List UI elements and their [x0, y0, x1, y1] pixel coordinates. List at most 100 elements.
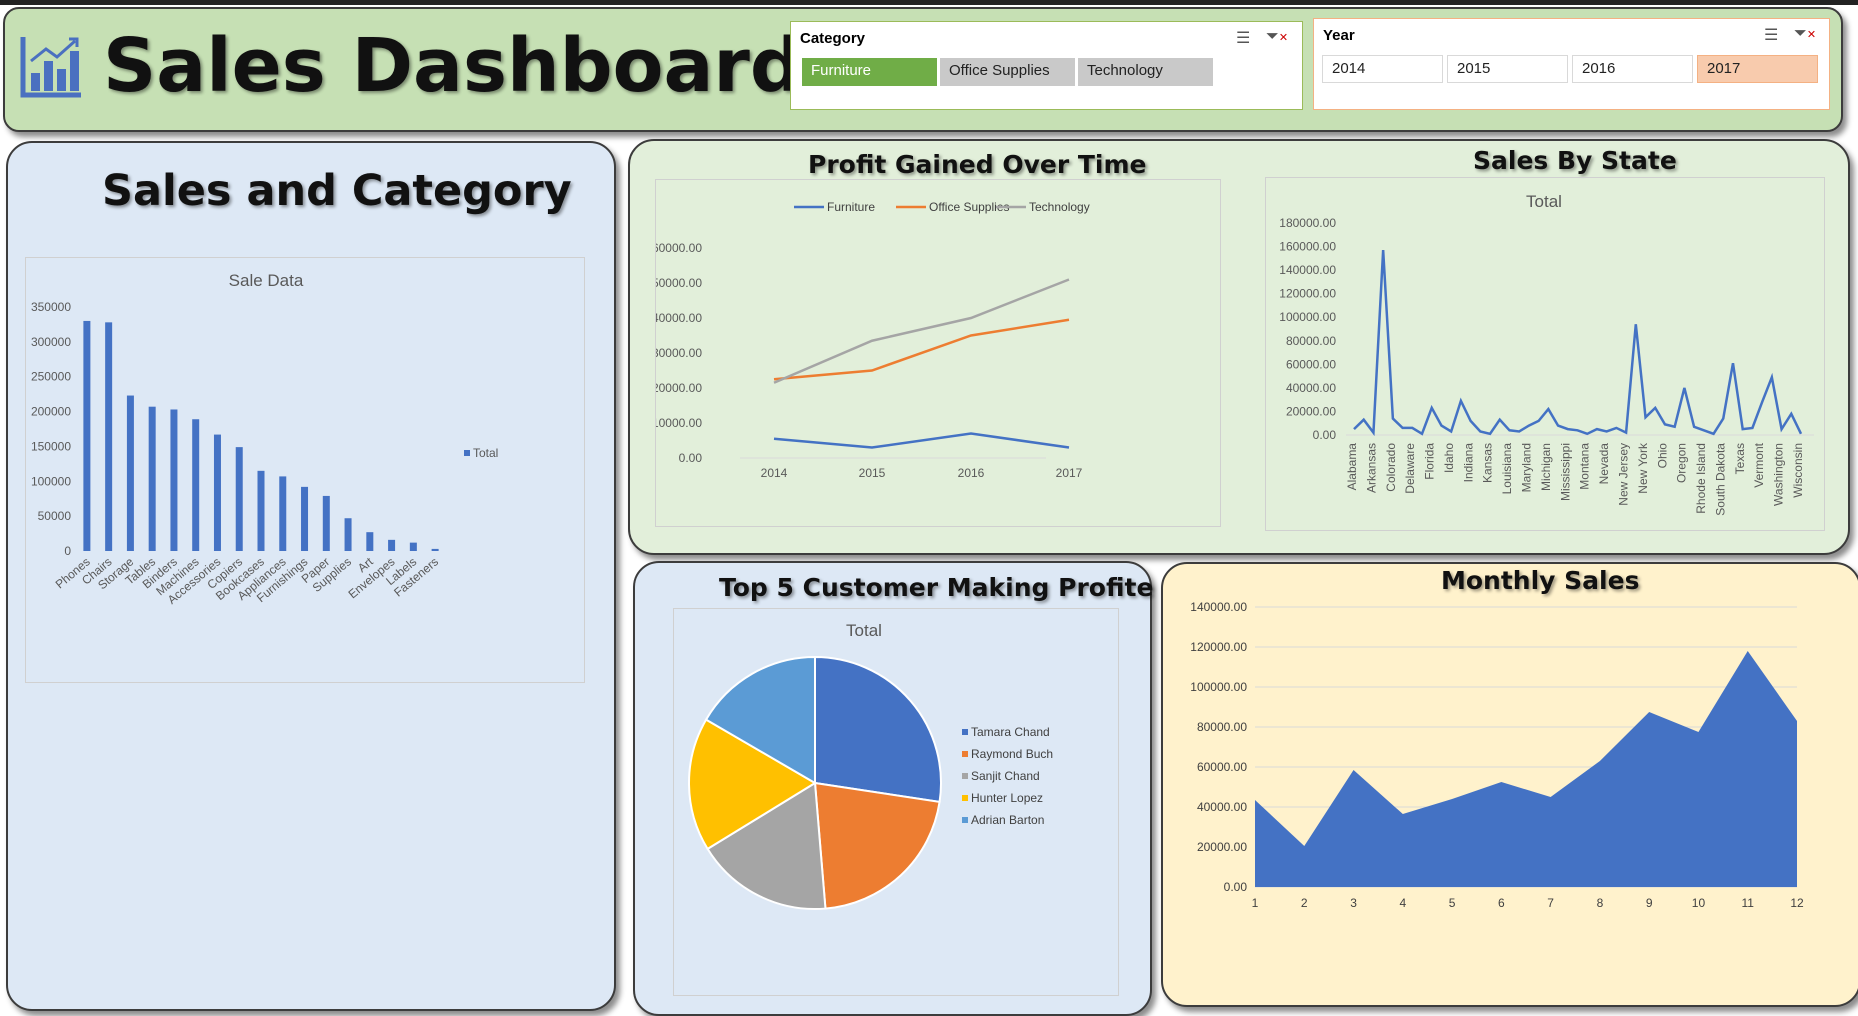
legend-swatch	[962, 795, 968, 801]
x-tick-label: South Dakota	[1713, 443, 1727, 516]
x-tick-label: 3	[1350, 896, 1357, 910]
x-tick-label: Wisconsin	[1791, 443, 1805, 498]
x-tick-label: Oregon	[1675, 443, 1689, 483]
y-tick-label: 100000	[31, 474, 71, 488]
y-tick-label: 80000.00	[1197, 720, 1247, 734]
y-tick-label: 60000.00	[1286, 357, 1336, 371]
y-tick-label: 20000.00	[1286, 404, 1336, 418]
profit-chart-area[interactable]: 0.00 10000.00 20000.00 30000.00 40000.00 5000…	[652, 179, 1221, 527]
series-line-furniture	[773, 432, 1070, 449]
y-tick-label: 150000	[31, 439, 71, 453]
multi-select-icon[interactable]: ☰	[1236, 28, 1250, 48]
y-tick-label: 60000.00	[1197, 760, 1247, 774]
x-tick-label: 11	[1741, 896, 1754, 910]
bar	[301, 486, 309, 551]
chart-title: Sale Data	[229, 271, 304, 290]
year-item-2015[interactable]: 2015	[1447, 55, 1568, 83]
monthly-sales-chart[interactable]: 0.00 20000.00 40000.00 60000.00 80000.00 1000…	[1173, 596, 1849, 996]
category-item-office-supplies[interactable]: Office Supplies	[940, 58, 1075, 86]
y-tick-label: 60000.00	[656, 241, 702, 255]
x-tick-label: Delaware	[1403, 443, 1417, 494]
sales-category-panel: Sales and Category Sale Data 0 50000 100000…	[6, 141, 616, 1011]
x-tick-label: Maryland	[1520, 443, 1534, 492]
x-tick-label: 2014	[761, 466, 788, 480]
area-series	[1255, 651, 1797, 887]
state-chart-area[interactable]: Total 0.00 20000.00 40000.00 60000.00 80000.0…	[1265, 177, 1825, 531]
chart-title: Total	[1526, 192, 1562, 211]
y-tick-label: 30000.00	[656, 346, 702, 360]
monthly-title: Monthly Sales	[1441, 566, 1640, 595]
pie-slice	[814, 655, 942, 804]
year-item-2016[interactable]: 2016	[1572, 55, 1693, 83]
dashboard-title: Sales Dashboard	[103, 23, 803, 109]
x-tick-label: Louisiana	[1500, 443, 1514, 495]
category-item-technology[interactable]: Technology	[1078, 58, 1213, 86]
monthly-sales-panel: Monthly Sales 0.00 20000.00 40000.00 60000.…	[1161, 562, 1858, 1007]
x-tick-label: Ohio	[1655, 443, 1669, 469]
y-tick-label: 80000.00	[1286, 334, 1336, 348]
x-tick-label: Texas	[1733, 443, 1747, 474]
top5-chart-area[interactable]: Total Tamara Chand Raymond Buch Sanjit Chan…	[673, 608, 1119, 996]
y-tick-label: 40000.00	[656, 311, 702, 325]
clear-filter-icon[interactable]: ⏷✕	[1794, 25, 1816, 43]
legend-label: Total	[473, 446, 498, 460]
x-tick-label: 1	[1252, 896, 1259, 910]
bar	[235, 447, 243, 551]
legend-label: Furniture	[827, 200, 875, 214]
y-tick-label: 0.00	[679, 451, 703, 465]
y-tick-label: 20000.00	[656, 381, 702, 395]
profit-title: Profit Gained Over Time	[808, 150, 1147, 179]
bar	[148, 406, 156, 551]
sale-data-chart: Sale Data 0 50000 100000 150000 200000 250000 3…	[31, 271, 498, 607]
top5-customers-panel: Top 5 Customer Making Profite Total Tamar…	[633, 561, 1153, 1016]
x-tick-label: Rhode Island	[1694, 443, 1708, 514]
x-tick-label: Idaho	[1442, 443, 1456, 473]
year-slicer-title: Year	[1323, 27, 1355, 44]
y-tick-label: 180000.00	[1279, 216, 1336, 230]
bar	[388, 539, 396, 551]
sales-by-state-chart: Total 0.00 20000.00 40000.00 60000.00 80000.0…	[1279, 192, 1814, 516]
legend-label: Sanjit Chand	[971, 769, 1040, 783]
multi-select-icon[interactable]: ☰	[1764, 25, 1778, 45]
legend-swatch	[464, 450, 470, 456]
header-banner: Sales Dashboard Category ☰ ⏷✕ Furniture …	[3, 7, 1843, 132]
x-tick-label: Florida	[1423, 443, 1437, 480]
y-tick-label: 120000.00	[1279, 287, 1336, 301]
y-tick-label: 160000.00	[1279, 240, 1336, 254]
pie-slice	[813, 781, 941, 910]
y-tick-label: 20000.00	[1197, 840, 1247, 854]
legend-label: Adrian Barton	[971, 813, 1044, 827]
y-tick-label: 50000.00	[656, 276, 702, 290]
bar	[431, 548, 439, 551]
legend-label: Tamara Chand	[971, 725, 1050, 739]
y-tick-label: 250000	[31, 370, 71, 384]
y-tick-label: 350000	[31, 300, 71, 314]
x-tick-label: Kansas	[1481, 443, 1495, 483]
x-tick-label: 9	[1646, 896, 1653, 910]
y-tick-label: 120000.00	[1190, 640, 1247, 654]
x-tick-label: 4	[1399, 896, 1406, 910]
top-border	[0, 0, 1858, 5]
sale-data-chart-area[interactable]: Sale Data 0 50000 100000 150000 200000 250000 3…	[25, 257, 585, 683]
category-item-furniture[interactable]: Furniture	[802, 58, 937, 86]
x-tick-label: Alabama	[1345, 443, 1359, 491]
series-line-technology	[773, 278, 1070, 384]
y-tick-label: 0.00	[1313, 428, 1337, 442]
year-item-2017[interactable]: 2017	[1697, 55, 1818, 83]
bar	[322, 495, 330, 551]
y-tick-label: 100000.00	[1279, 310, 1336, 324]
x-tick-label: 6	[1498, 896, 1505, 910]
x-tick-label: Nevada	[1597, 443, 1611, 485]
x-tick-label: Arkansas	[1364, 443, 1378, 493]
y-tick-label: 140000.00	[1279, 263, 1336, 277]
bar	[192, 419, 200, 551]
bar	[409, 542, 417, 551]
x-tick-label: Montana	[1578, 443, 1592, 490]
y-tick-label: 300000	[31, 335, 71, 349]
x-tick-label: 5	[1449, 896, 1456, 910]
bar	[105, 322, 113, 551]
year-item-2014[interactable]: 2014	[1322, 55, 1443, 83]
clear-filter-icon[interactable]: ⏷✕	[1266, 28, 1288, 46]
y-tick-label: 200000	[31, 405, 71, 419]
bar-chart-logo-icon	[20, 37, 81, 98]
